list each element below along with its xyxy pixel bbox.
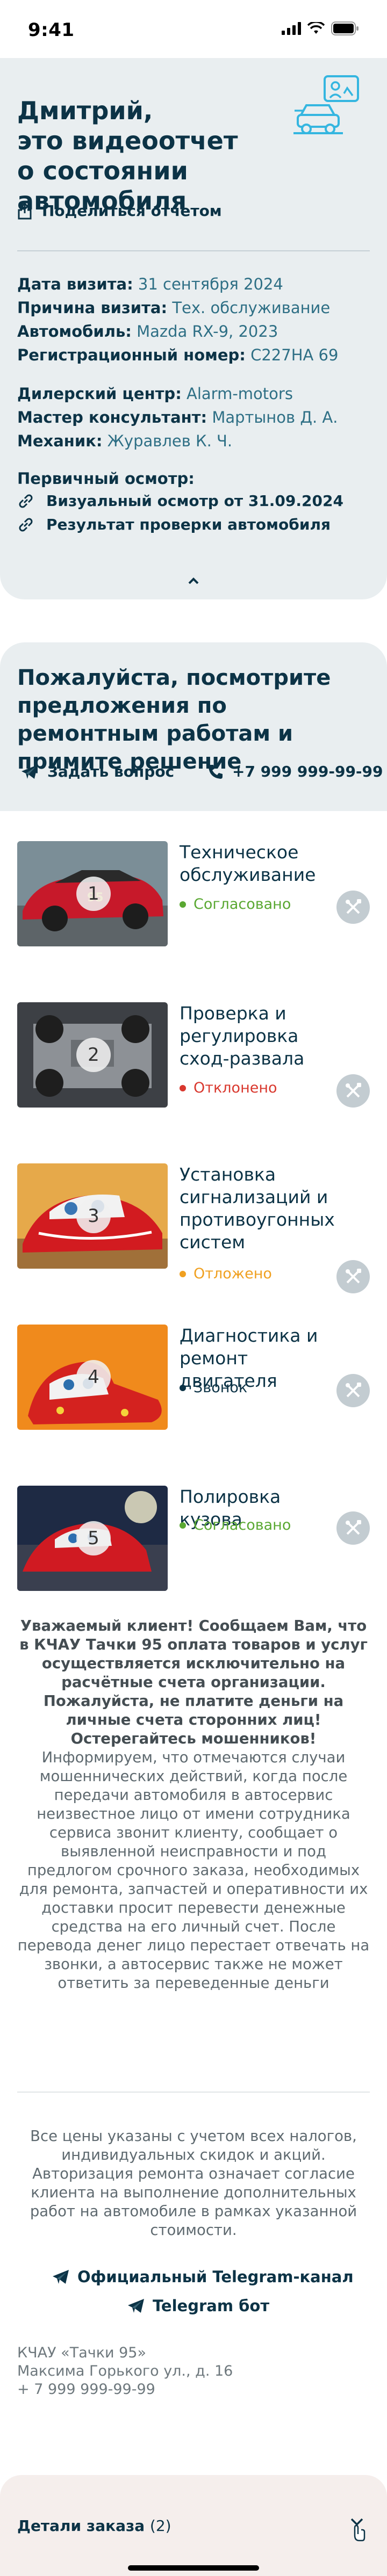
status-dot: [180, 1522, 186, 1529]
car-row: Автомобиль: Mazda RX-9, 2023: [17, 322, 278, 341]
telegram-icon: [128, 2299, 144, 2313]
telegram-icon: [22, 764, 38, 779]
link-icon: [19, 518, 33, 531]
telegram-channel-link[interactable]: Официальный Telegram-канал: [52, 2268, 354, 2286]
dealer-row: Дилерский центр: Alarm-motors: [17, 385, 293, 403]
item-name: Установка сигнализаций и противоугонных …: [180, 1164, 335, 1253]
telegram-bot-link[interactable]: Telegram бот: [127, 2297, 269, 2315]
item-number: 5: [76, 1521, 111, 1555]
telegram-channel-label: Официальный Telegram-канал: [77, 2268, 354, 2286]
order-details-bar[interactable]: Детали заказа (2): [0, 2475, 387, 2576]
item-name: Проверка и регулировка сход-развала: [180, 1003, 305, 1069]
ask-question-label: Задать вопрос: [47, 763, 175, 780]
visit-date-row: Дата визита: 31 сентября 2024: [17, 275, 283, 293]
share-icon: [18, 202, 32, 219]
status-badge: Звонок: [180, 1379, 247, 1396]
status-badge: Отложено: [180, 1265, 272, 1282]
proposals-card: Пожалуйста, посмотрите предложения по ре…: [0, 642, 387, 811]
status-text: Согласовано: [194, 1517, 291, 1533]
item-name: Техническое обслуживание: [180, 842, 316, 885]
master-row: Мастер консультант: Мартынов Д. А.: [17, 408, 338, 426]
wifi-icon: [307, 22, 325, 34]
proposals-title: Пожалуйста, посмотрите предложения по ре…: [17, 665, 331, 774]
home-indicator: [128, 2565, 259, 2571]
check-result-link[interactable]: Результат проверки автомобиля: [17, 516, 331, 533]
status-dot: [180, 901, 186, 908]
visual-inspection-link[interactable]: Визуальный осмотр от 31.09.2024: [17, 492, 343, 510]
service-item[interactable]: 2 Проверка и регулировка сход-развала От…: [0, 972, 387, 1133]
share-report-button[interactable]: Поделиться отчетом: [17, 202, 222, 220]
company-phone[interactable]: + 7 999 999-99-99: [17, 2380, 155, 2399]
order-details-count: (2): [149, 2517, 171, 2535]
divider: [17, 250, 370, 251]
share-report-label: Поделиться отчетом: [42, 202, 222, 220]
chevron-down-icon[interactable]: [346, 2517, 368, 2544]
status-text: Согласовано: [194, 896, 291, 913]
mechanic-row: Механик: Журавлев К. Ч.: [17, 432, 233, 450]
warning-bold-text: Уважаемый клиент! Сообщаем Вам, что в КЧ…: [19, 1617, 368, 1747]
link-icon: [19, 494, 33, 508]
signal-icon: [282, 22, 301, 35]
repair-button[interactable]: [336, 1511, 370, 1545]
repair-button[interactable]: [336, 1374, 370, 1407]
phone-icon: [209, 764, 223, 779]
service-item[interactable]: 4 Диагностика и ремонт двигателя Звонок: [0, 1294, 387, 1456]
service-item[interactable]: 3 Установка сигнализаций и противоугонны…: [0, 1133, 387, 1294]
divider: [17, 2092, 370, 2093]
status-badge: Отклонено: [180, 1080, 277, 1096]
prices-note: Все цены указаны с учетом всех налогов, …: [30, 2128, 357, 2239]
repair-button[interactable]: [336, 1074, 370, 1108]
customer-name: Дмитрий,: [17, 96, 153, 125]
status-text: Отклонено: [194, 1080, 277, 1096]
telegram-bot-label: Telegram бот: [153, 2297, 270, 2315]
collapse-chevron-icon[interactable]: [183, 573, 204, 589]
tools-icon: [346, 1383, 361, 1398]
car-diagnostics-icon: [293, 75, 359, 134]
item-number: 2: [76, 1038, 111, 1072]
telegram-icon: [53, 2270, 69, 2284]
fraud-warning: Уважаемый клиент! Сообщаем Вам, что в КЧ…: [17, 1617, 370, 1993]
tools-icon: [346, 1269, 361, 1284]
company-address: Максима Горького ул., д. 16: [17, 2363, 233, 2379]
order-details-label: Детали заказа (2): [17, 2517, 171, 2535]
warning-text: Информируем, что отмечаются случаи мошен…: [17, 1749, 370, 1992]
battery-icon: [331, 21, 359, 35]
repair-button[interactable]: [336, 1260, 370, 1293]
page-title: Дмитрий, это видеоотчет о состоянии авто…: [17, 96, 297, 216]
phone-label: +7 999 999-99-99: [232, 763, 383, 780]
tools-icon: [346, 1083, 361, 1098]
status-dot: [180, 1384, 186, 1391]
title-line-2: это видеоотчет: [17, 126, 238, 155]
status-badge: Согласовано: [180, 896, 291, 913]
status-dot: [180, 1084, 186, 1091]
report-header-card: Дмитрий, это видеоотчет о состоянии авто…: [0, 58, 387, 599]
status-time: 9:41: [28, 19, 75, 41]
visual-inspection-label: Визуальный осмотр от 31.09.2024: [46, 492, 343, 510]
item-number: 1: [76, 877, 111, 911]
company-name: КЧАУ «Тачки 95»: [17, 2345, 147, 2361]
item-number: 4: [76, 1360, 111, 1394]
inspection-label: Первичный осмотр:: [17, 469, 195, 488]
visit-reason-row: Причина визита: Тех. обслуживание: [17, 299, 331, 317]
order-details-text: Детали заказа: [17, 2517, 145, 2535]
tools-icon: [346, 1520, 361, 1535]
status-text: Отложено: [194, 1265, 272, 1282]
system-icons: [282, 21, 359, 35]
service-item[interactable]: 5 Полировка кузова Согласовано: [0, 1456, 387, 1617]
tools-icon: [346, 899, 361, 914]
status-bar: 9:41: [0, 0, 387, 58]
item-number: 3: [76, 1199, 111, 1233]
phone-button[interactable]: +7 999 999-99-99: [207, 763, 383, 780]
reg-number-row: Регистрационный номер: С227НА 69: [17, 346, 339, 364]
ask-question-button[interactable]: Задать вопрос: [20, 763, 174, 780]
repair-button[interactable]: [336, 891, 370, 924]
status-badge: Согласовано: [180, 1517, 291, 1533]
service-item[interactable]: 95 1 Техническое обслуживание Согласован…: [0, 811, 387, 972]
check-result-label: Результат проверки автомобиля: [46, 516, 331, 533]
status-text: Звонок: [194, 1379, 248, 1396]
status-dot: [180, 1270, 186, 1277]
